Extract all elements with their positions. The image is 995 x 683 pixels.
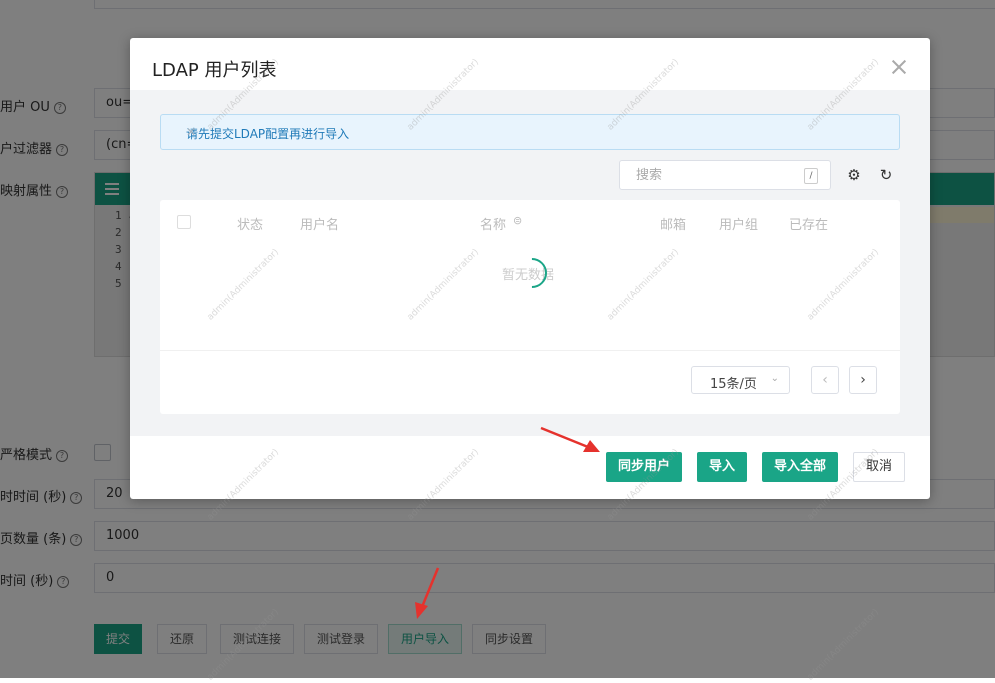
- sync-users-button[interactable]: 同步用户: [606, 452, 682, 482]
- sort-icon[interactable]: ⊜: [513, 214, 522, 227]
- table-divider: [160, 350, 900, 351]
- dialog-body: 请先提交LDAP配置再进行导入 ✕ / ⚙ ↻ 状态 用户名 名称 ⊜ 邮箱 用…: [130, 90, 930, 436]
- close-icon[interactable]: [890, 58, 908, 76]
- column-header-name[interactable]: 名称: [480, 214, 506, 233]
- next-page-button[interactable]: ›: [849, 366, 877, 394]
- dialog-title: LDAP 用户列表: [152, 60, 277, 81]
- column-header-email[interactable]: 邮箱: [660, 214, 686, 233]
- import-button[interactable]: 导入: [697, 452, 747, 482]
- search-input[interactable]: [634, 167, 788, 184]
- table-header: 状态 用户名 名称 ⊜ 邮箱 用户组 已存在: [160, 200, 900, 242]
- alert-close-icon[interactable]: ✕: [186, 125, 883, 139]
- cancel-button[interactable]: 取消: [853, 452, 905, 482]
- column-header-exists[interactable]: 已存在: [789, 214, 828, 233]
- settings-gear-icon[interactable]: ⚙: [845, 166, 863, 184]
- search-shortcut-hint: /: [804, 168, 818, 184]
- column-header-status[interactable]: 状态: [237, 214, 263, 233]
- column-header-username[interactable]: 用户名: [300, 214, 339, 233]
- column-header-group[interactable]: 用户组: [719, 214, 758, 233]
- refresh-icon[interactable]: ↻: [877, 166, 895, 184]
- chevron-down-icon: ⌄: [770, 373, 779, 384]
- import-all-button[interactable]: 导入全部: [762, 452, 838, 482]
- loading-spinner-icon: [510, 251, 554, 295]
- page-size-value: 15条/页: [710, 377, 757, 392]
- prev-page-button[interactable]: ‹: [811, 366, 839, 394]
- select-all-checkbox[interactable]: [177, 215, 191, 229]
- ldap-user-list-dialog: LDAP 用户列表 请先提交LDAP配置再进行导入 ✕ / ⚙ ↻ 状态 用户名…: [130, 38, 930, 499]
- page-size-select[interactable]: 15条/页 ⌄: [691, 366, 790, 394]
- info-alert: 请先提交LDAP配置再进行导入 ✕: [160, 114, 900, 150]
- search-box[interactable]: /: [619, 160, 831, 190]
- user-table: 状态 用户名 名称 ⊜ 邮箱 用户组 已存在 暂无数据 15条/页 ⌄ ‹ ›: [160, 200, 900, 414]
